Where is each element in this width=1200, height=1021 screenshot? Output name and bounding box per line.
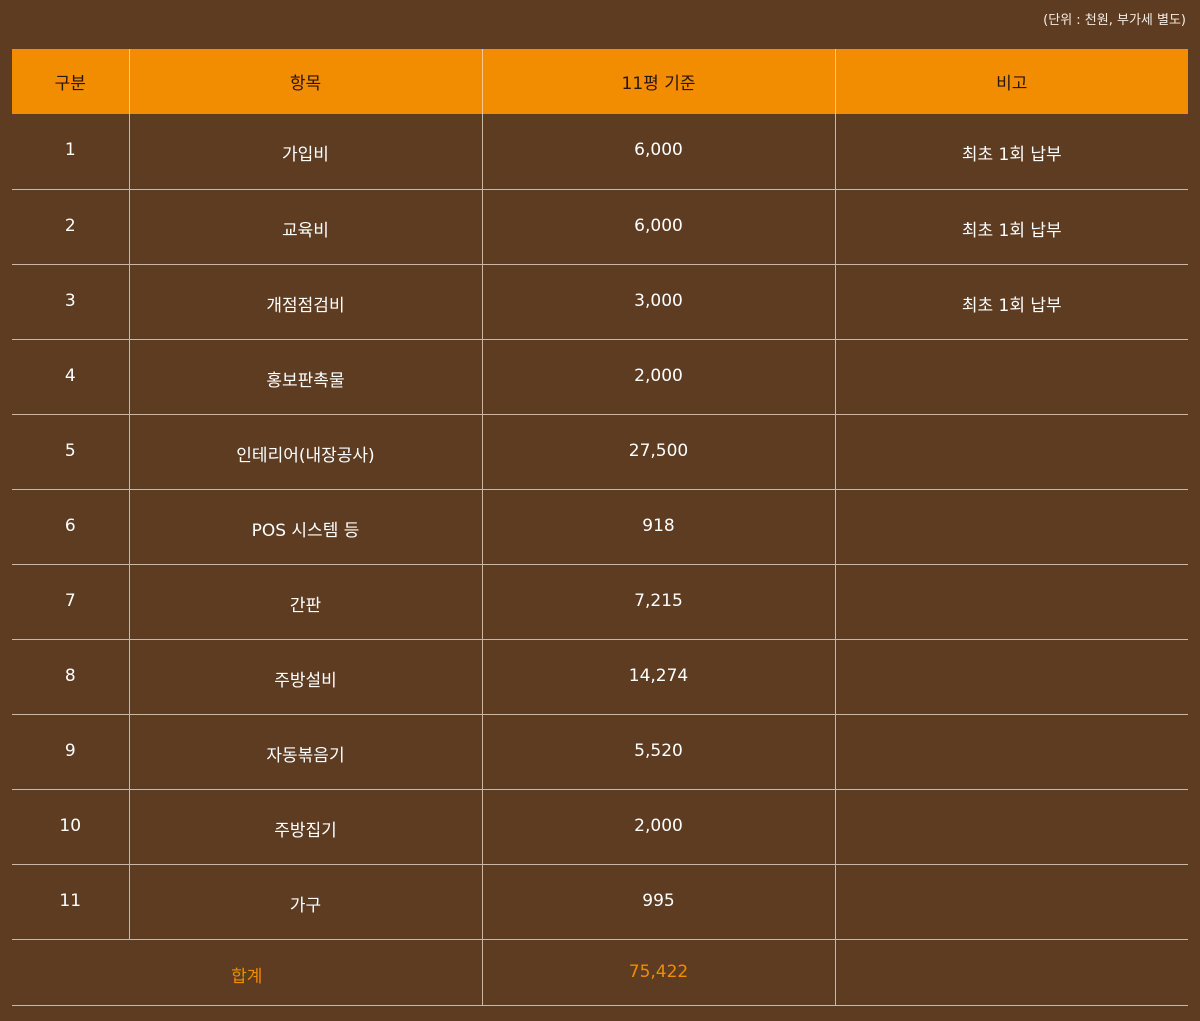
row-amount: 918 xyxy=(481,489,835,565)
table-row: 9 자동볶음기 5,520 xyxy=(12,714,1188,790)
table-header: 구분 항목 11평 기준 비고 xyxy=(12,49,1188,114)
row-number: 8 xyxy=(12,639,129,715)
row-number: 6 xyxy=(12,489,129,565)
row-amount: 2,000 xyxy=(481,789,835,865)
header-item: 항목 xyxy=(128,49,482,114)
row-amount: 14,274 xyxy=(481,639,835,715)
row-note xyxy=(834,564,1188,640)
row-item: 인테리어(내장공사) xyxy=(128,414,482,490)
unit-note: (단위 : 천원, 부가세 별도) xyxy=(1043,13,1186,28)
row-number: 10 xyxy=(12,789,129,865)
row-note xyxy=(834,339,1188,415)
row-number: 9 xyxy=(12,714,129,790)
row-item: 자동볶음기 xyxy=(128,714,482,790)
row-item: 가입비 xyxy=(128,114,482,190)
row-amount: 2,000 xyxy=(481,339,835,415)
table-row: 7 간판 7,215 xyxy=(12,564,1188,640)
row-number: 4 xyxy=(12,339,129,415)
row-item: 간판 xyxy=(128,564,482,640)
table-body: 1 가입비 6,000 최초 1회 납부 2 교육비 6,000 최초 1회 납… xyxy=(12,114,1188,1006)
row-number: 5 xyxy=(12,414,129,490)
table-row: 2 교육비 6,000 최초 1회 납부 xyxy=(12,189,1188,265)
total-row: 합계 75,422 xyxy=(12,939,1188,1006)
table-row: 10 주방집기 2,000 xyxy=(12,789,1188,865)
row-item: 주방설비 xyxy=(128,639,482,715)
table-row: 6 POS 시스템 등 918 xyxy=(12,489,1188,565)
table-row: 11 가구 995 xyxy=(12,864,1188,940)
row-amount: 3,000 xyxy=(481,264,835,340)
row-note: 최초 1회 납부 xyxy=(834,189,1188,265)
total-amount: 75,422 xyxy=(481,939,835,1006)
row-note: 최초 1회 납부 xyxy=(834,114,1188,190)
row-number: 7 xyxy=(12,564,129,640)
row-number: 11 xyxy=(12,864,129,940)
row-number: 2 xyxy=(12,189,129,265)
row-note: 최초 1회 납부 xyxy=(834,264,1188,340)
row-note xyxy=(834,414,1188,490)
row-note xyxy=(834,489,1188,565)
row-amount: 7,215 xyxy=(481,564,835,640)
total-note xyxy=(834,939,1188,1006)
row-item: 홍보판촉물 xyxy=(128,339,482,415)
total-label: 합계 xyxy=(12,939,482,1006)
row-note xyxy=(834,714,1188,790)
row-amount: 5,520 xyxy=(481,714,835,790)
header-category: 구분 xyxy=(12,49,129,114)
table-row: 8 주방설비 14,274 xyxy=(12,639,1188,715)
row-item: 개점점검비 xyxy=(128,264,482,340)
table-row: 4 홍보판촉물 2,000 xyxy=(12,339,1188,415)
table-row: 3 개점점검비 3,000 최초 1회 납부 xyxy=(12,264,1188,340)
row-item: 가구 xyxy=(128,864,482,940)
row-item: 주방집기 xyxy=(128,789,482,865)
row-item: POS 시스템 등 xyxy=(128,489,482,565)
row-number: 3 xyxy=(12,264,129,340)
row-amount: 995 xyxy=(481,864,835,940)
row-amount: 6,000 xyxy=(481,189,835,265)
startup-cost-table: 구분 항목 11평 기준 비고 1 가입비 6,000 최초 1회 납부 2 교… xyxy=(12,49,1188,1006)
header-note: 비고 xyxy=(834,49,1188,114)
row-item: 교육비 xyxy=(128,189,482,265)
row-note xyxy=(834,789,1188,865)
table-row: 5 인테리어(내장공사) 27,500 xyxy=(12,414,1188,490)
row-number: 1 xyxy=(12,114,129,190)
row-note xyxy=(834,639,1188,715)
header-amount: 11평 기준 xyxy=(481,49,835,114)
table-row: 1 가입비 6,000 최초 1회 납부 xyxy=(12,114,1188,190)
row-amount: 27,500 xyxy=(481,414,835,490)
row-note xyxy=(834,864,1188,940)
row-amount: 6,000 xyxy=(481,114,835,190)
